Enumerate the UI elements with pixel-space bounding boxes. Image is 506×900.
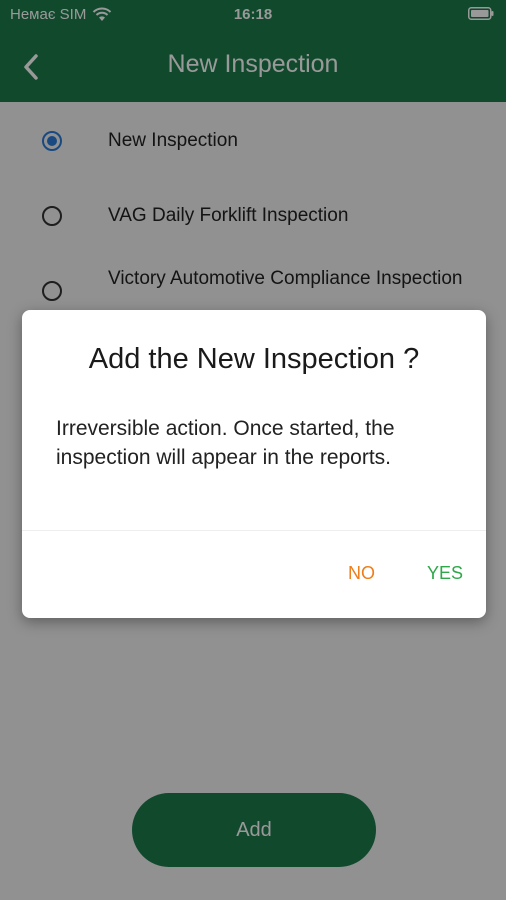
confirm-dialog: Add the New Inspection ? Irreversible ac… <box>22 310 486 618</box>
dialog-message: Irreversible action. Once started, the i… <box>56 417 395 469</box>
no-button[interactable]: NO <box>348 563 375 584</box>
yes-button[interactable]: YES <box>427 563 463 584</box>
dialog-title: Add the New Inspection ? <box>88 343 420 375</box>
dialog-divider <box>22 530 486 531</box>
